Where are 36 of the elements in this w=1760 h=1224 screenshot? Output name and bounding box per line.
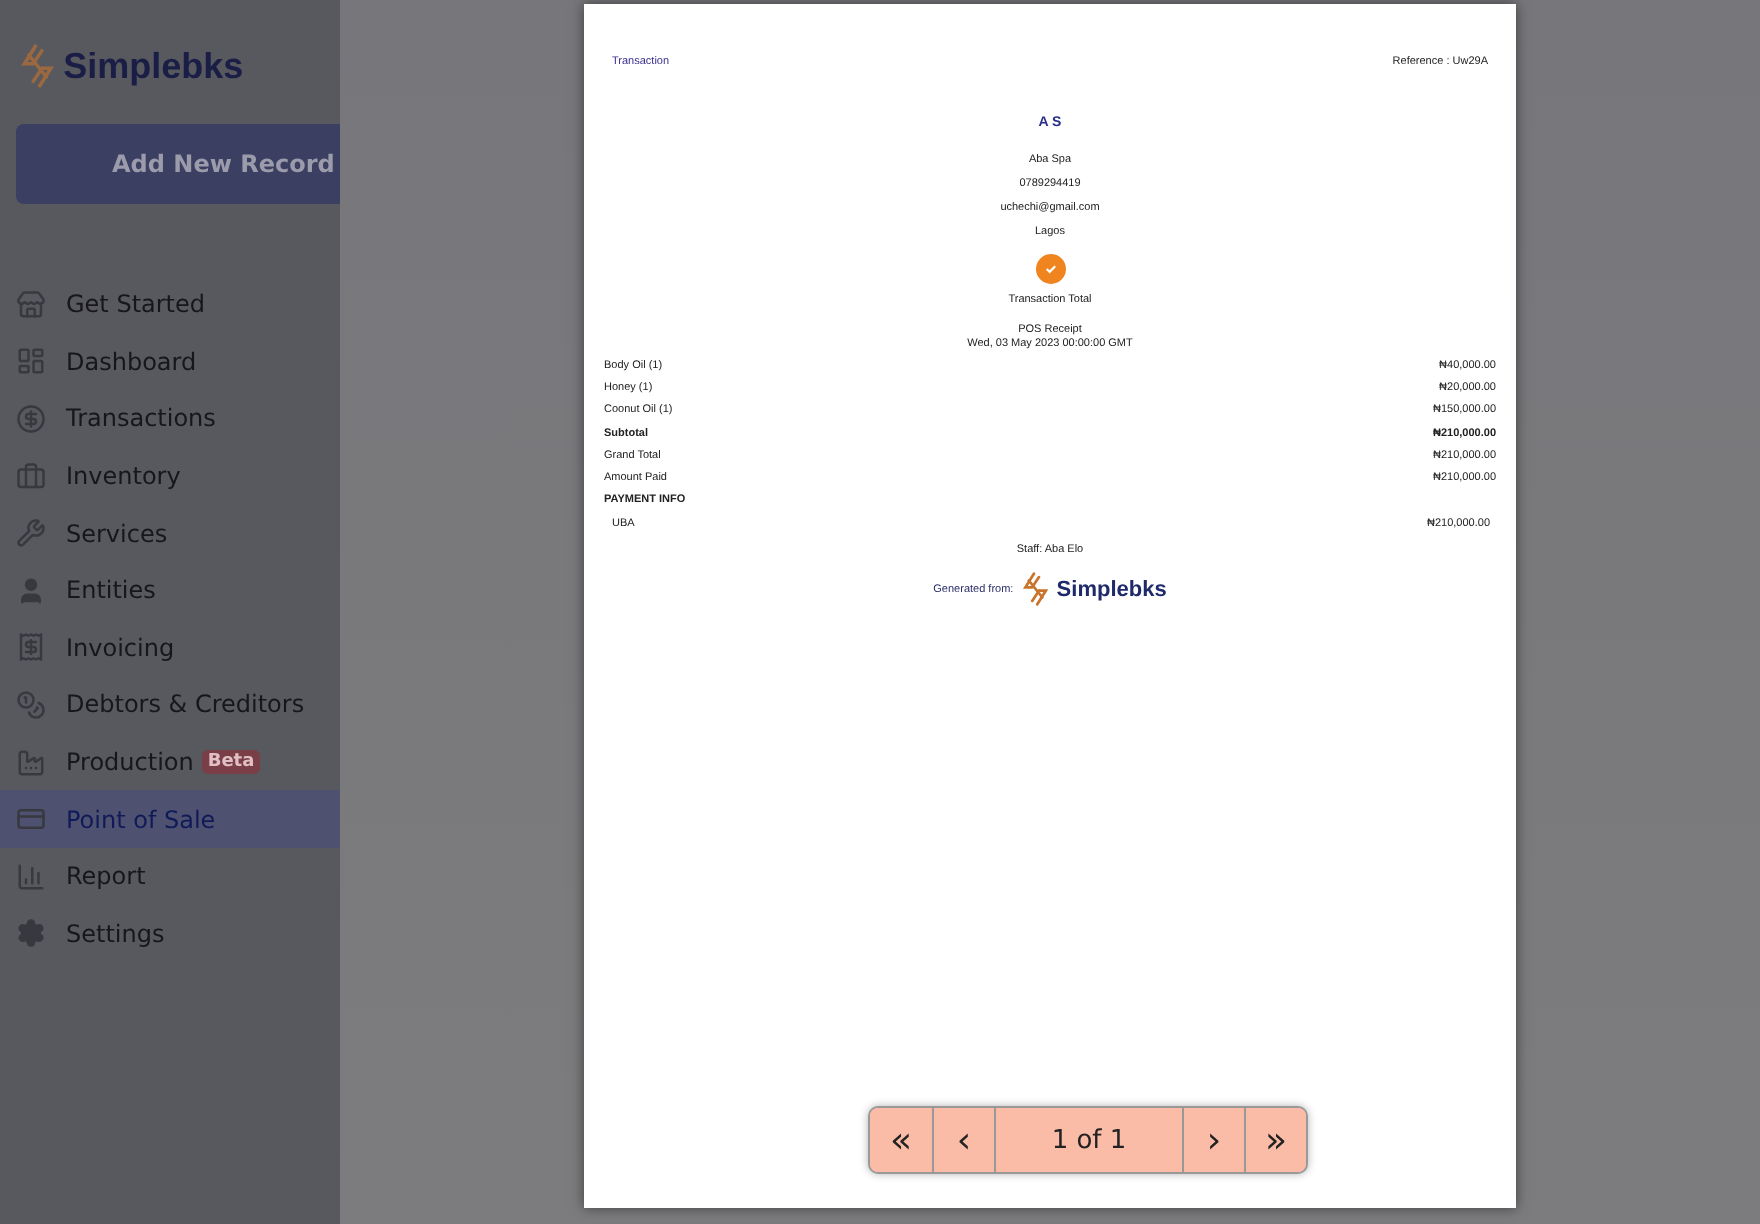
sidebar-item[interactable]: Production Beta (0, 733, 340, 791)
sidebar-item[interactable]: Get Started (0, 276, 340, 334)
nav-icon (16, 689, 46, 720)
nav-icon (16, 346, 46, 377)
sidebar-item[interactable]: Report (0, 847, 340, 906)
nav-icon (16, 461, 46, 492)
add-record-button[interactable]: Add New Record (16, 124, 340, 204)
nav-icon (16, 747, 46, 778)
beta-badge: Beta (201, 750, 261, 775)
nav-icon (16, 289, 46, 320)
last-page-button[interactable]: » (1244, 1108, 1306, 1172)
sidebar-item[interactable]: Inventory (0, 447, 340, 505)
nav-icon (16, 575, 46, 606)
check-icon (1035, 254, 1065, 284)
nav-icon (16, 804, 46, 835)
nav-icon (16, 403, 46, 434)
first-page-button[interactable]: « (870, 1108, 932, 1172)
sidebar-item[interactable]: Point of Sale (0, 790, 340, 848)
logo-icon (20, 44, 56, 88)
sidebar-item[interactable]: Services (0, 504, 340, 562)
previous-page-button[interactable]: ‹ (932, 1108, 994, 1172)
sidebar-item[interactable]: Invoicing (0, 619, 340, 677)
brand-name: Simplebks (63, 45, 244, 87)
nav-icon (16, 918, 46, 949)
sidebar-item[interactable]: Debtors & Creditors (0, 676, 340, 734)
nav-icon (16, 518, 46, 549)
brand-name: Simplebks (1056, 577, 1167, 602)
sidebar-item[interactable]: Transactions (0, 390, 340, 448)
next-page-button[interactable]: › (1182, 1108, 1244, 1172)
sidebar-item[interactable]: Settings (0, 905, 340, 963)
sidebar-item[interactable]: Entities (0, 561, 340, 620)
sidebar-item[interactable]: Dashboard (0, 333, 340, 391)
nav-icon (16, 861, 46, 892)
page-indicator: 1 of 1 (994, 1108, 1182, 1172)
logo-icon (1021, 572, 1049, 607)
nav-icon (16, 632, 46, 663)
